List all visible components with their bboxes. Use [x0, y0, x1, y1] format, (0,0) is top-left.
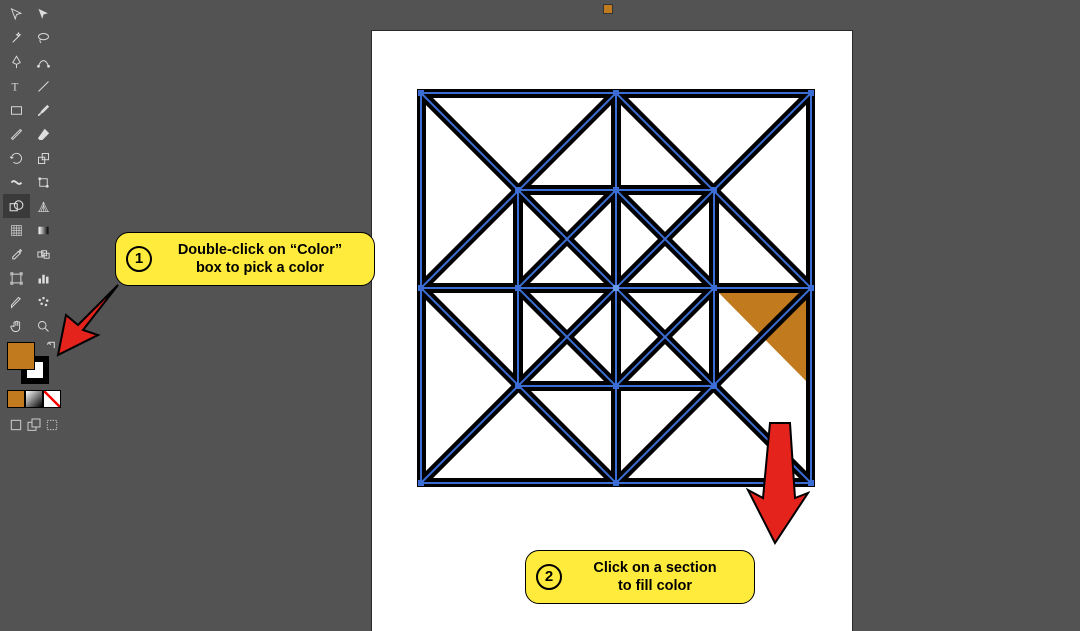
callout-2-number: 2 — [536, 564, 562, 590]
artboard-origin-handle[interactable] — [603, 4, 613, 14]
shaper-tool[interactable] — [3, 122, 30, 146]
draw-mode-row — [7, 414, 61, 436]
arrow-1 — [48, 275, 128, 365]
fill-color-box[interactable] — [7, 342, 35, 370]
width-tool[interactable] — [3, 170, 30, 194]
magic-wand-tool[interactable] — [3, 26, 30, 50]
pen-tool[interactable] — [3, 50, 30, 74]
tools-panel: T — [3, 2, 61, 436]
gradient-tool[interactable] — [30, 218, 57, 242]
blend-tool[interactable] — [30, 242, 57, 266]
eyedropper-tool[interactable] — [3, 242, 30, 266]
arrow-2 — [740, 418, 810, 548]
svg-text:T: T — [12, 81, 19, 93]
color-mode-solid[interactable] — [7, 390, 25, 408]
callout-2-line2: to fill color — [570, 577, 740, 595]
type-tool[interactable]: T — [3, 74, 30, 98]
slice-tool[interactable] — [3, 290, 30, 314]
artboard-tool[interactable] — [3, 266, 30, 290]
paintbrush-tool[interactable] — [30, 98, 57, 122]
rectangle-tool[interactable] — [3, 98, 30, 122]
selection-tool[interactable] — [3, 2, 30, 26]
line-tool[interactable] — [30, 74, 57, 98]
rotate-tool[interactable] — [3, 146, 30, 170]
callout-2-line1: Click on a section — [570, 559, 740, 577]
hand-tool[interactable] — [3, 314, 30, 338]
direct-selection-tool[interactable] — [30, 2, 57, 26]
callout-1: 1 Double-click on “Color” box to pick a … — [115, 232, 375, 286]
lasso-tool[interactable] — [30, 26, 57, 50]
fill-mode-row — [7, 390, 61, 408]
workspace: T — [0, 0, 1080, 608]
color-mode-gradient[interactable] — [25, 390, 43, 408]
draw-inside-icon[interactable] — [43, 414, 61, 436]
callout-1-line2: box to pick a color — [160, 259, 360, 277]
curvature-tool[interactable] — [30, 50, 57, 74]
callout-1-number: 1 — [126, 246, 152, 272]
callout-2: 2 Click on a section to fill color — [525, 550, 755, 604]
shape-builder-tool[interactable] — [3, 194, 30, 218]
mesh-tool[interactable] — [3, 218, 30, 242]
callout-1-line1: Double-click on “Color” — [160, 241, 360, 259]
draw-normal-icon[interactable] — [7, 414, 25, 436]
free-transform-tool[interactable] — [30, 170, 57, 194]
perspective-grid-tool[interactable] — [30, 194, 57, 218]
color-mode-none[interactable] — [43, 390, 61, 408]
eraser-tool[interactable] — [30, 122, 57, 146]
draw-behind-icon[interactable] — [25, 414, 43, 436]
scale-tool[interactable] — [30, 146, 57, 170]
